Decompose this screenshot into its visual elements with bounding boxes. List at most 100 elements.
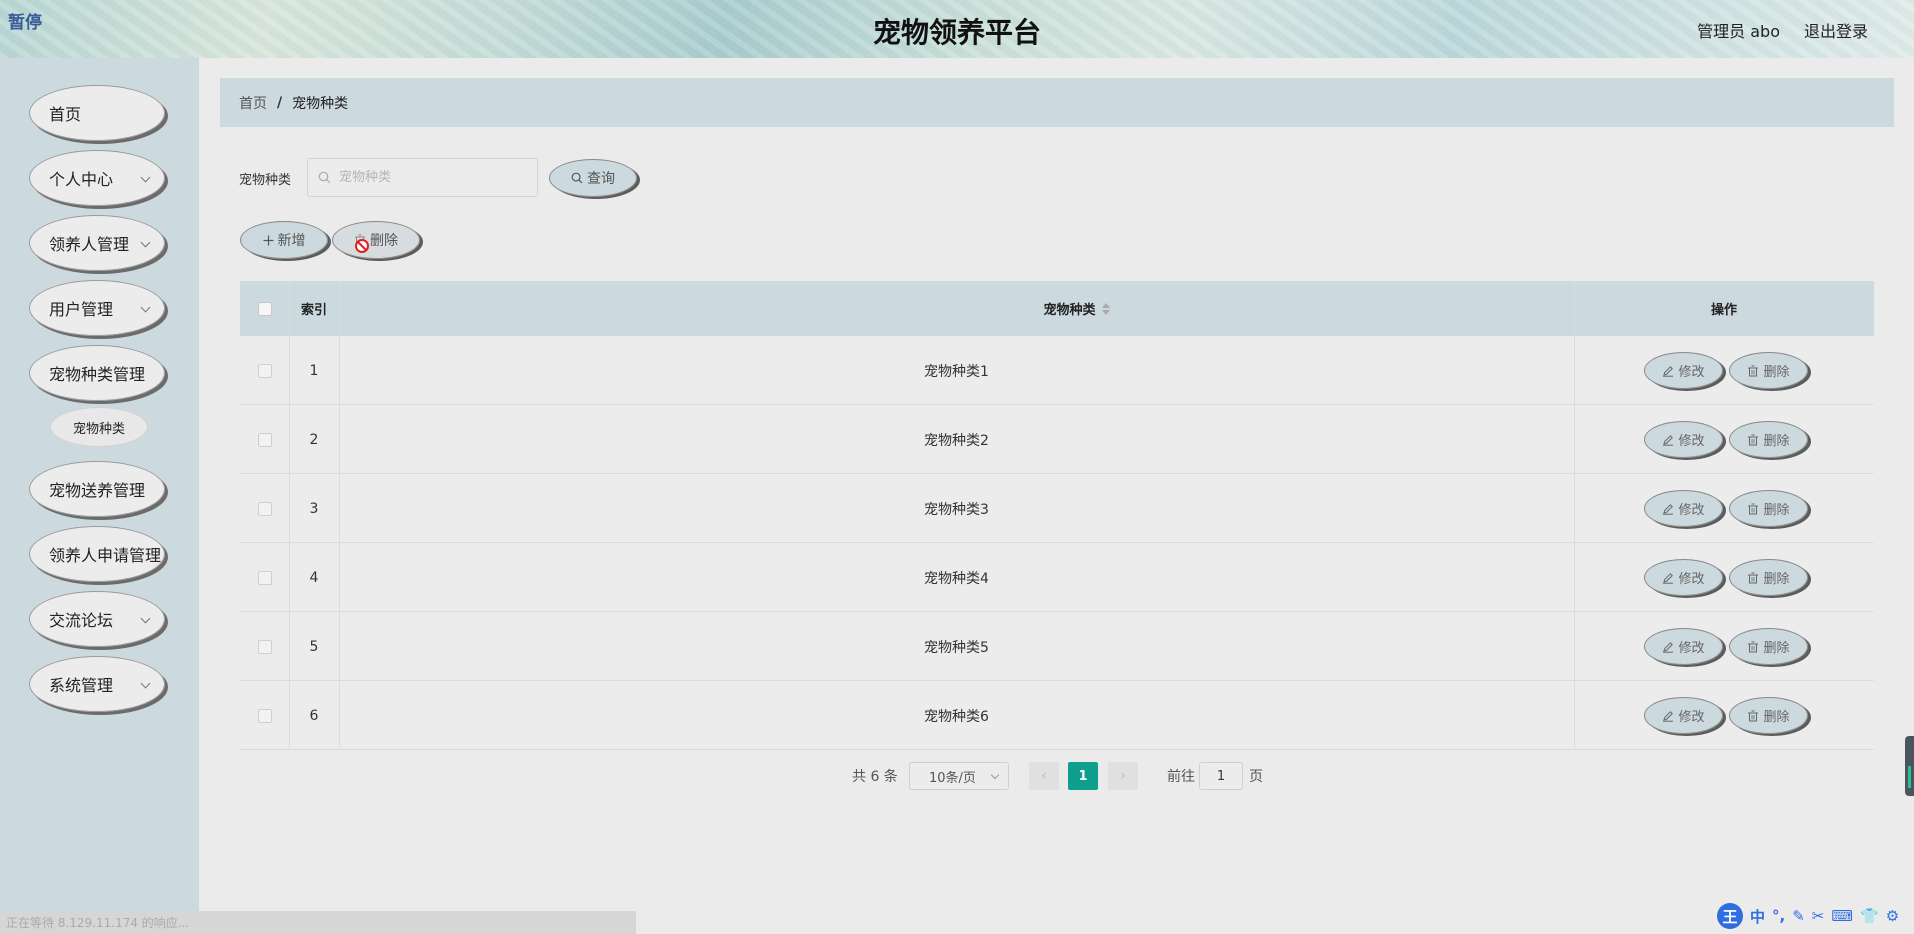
delete-button[interactable]: 删除 bbox=[1729, 559, 1808, 596]
search-icon bbox=[571, 172, 583, 184]
search-input[interactable] bbox=[339, 170, 529, 185]
row-checkbox-cell bbox=[240, 543, 289, 612]
edit-button-label: 修改 bbox=[1678, 572, 1705, 587]
prev-page-button[interactable]: ‹ bbox=[1029, 762, 1059, 790]
ime-toolbar: 王 中 °, ✎ ✂ ⌨ 👕 ⚙ bbox=[1717, 902, 1914, 930]
browser-status-bar: 正在等待 8.129.11.174 的响应... bbox=[0, 911, 636, 934]
delete-button-label: 删除 bbox=[1763, 365, 1790, 380]
sidebar-item-adoption-application-management[interactable]: 领养人申请管理 bbox=[29, 526, 165, 582]
site-title: 宠物领养平台 bbox=[872, 16, 1041, 49]
table-row: 5 宠物种类5 修改 删除 bbox=[240, 612, 1874, 681]
sidebar-item-forum[interactable]: 交流论坛 bbox=[29, 591, 165, 647]
chevron-down-icon bbox=[140, 237, 151, 248]
sort-icon[interactable] bbox=[1101, 302, 1110, 315]
edit-button-label: 修改 bbox=[1678, 710, 1705, 725]
delete-button[interactable]: 删除 bbox=[1729, 421, 1808, 458]
not-allowed-icon bbox=[355, 239, 369, 253]
breadcrumb-home[interactable]: 首页 bbox=[239, 93, 267, 113]
current-page-button[interactable]: 1 bbox=[1068, 762, 1098, 790]
add-button-label: 新增 bbox=[277, 233, 306, 249]
ime-punctuation-icon[interactable]: °, bbox=[1772, 907, 1785, 925]
batch-delete-button[interactable]: 删除 bbox=[332, 221, 420, 259]
row-category: 宠物种类1 bbox=[924, 363, 989, 380]
sidebar-item-pet-category-management[interactable]: 宠物种类管理 bbox=[29, 345, 165, 401]
delete-button[interactable]: 删除 bbox=[1729, 490, 1808, 527]
admin-info: 管理员 abo bbox=[1697, 22, 1780, 41]
sidebar-item-label: 领养人申请管理 bbox=[49, 546, 162, 565]
sidebar-item-user-management[interactable]: 用户管理 bbox=[29, 280, 165, 336]
row-index: 1 bbox=[309, 362, 319, 379]
goto-unit: 页 bbox=[1249, 769, 1263, 785]
delete-button[interactable]: 删除 bbox=[1729, 628, 1808, 665]
next-page-button[interactable]: › bbox=[1108, 762, 1138, 790]
edit-button[interactable]: 修改 bbox=[1644, 421, 1723, 458]
row-checkbox[interactable] bbox=[257, 432, 272, 447]
delete-button-label: 删除 bbox=[1763, 572, 1790, 587]
delete-button[interactable]: 删除 bbox=[1729, 352, 1808, 389]
sidebar-subitem-pet-category[interactable]: 宠物种类 bbox=[50, 407, 148, 447]
row-checkbox-cell bbox=[240, 474, 289, 543]
row-category: 宠物种类3 bbox=[924, 501, 989, 518]
row-index: 5 bbox=[309, 638, 319, 655]
edit-button[interactable]: 修改 bbox=[1644, 697, 1723, 734]
header-checkbox-cell bbox=[240, 281, 289, 336]
sidebar-item-label: 首页 bbox=[49, 105, 82, 124]
search-label: 宠物种类 bbox=[239, 173, 292, 188]
page-size-select[interactable]: 10条/页 bbox=[909, 762, 1009, 790]
trash-icon bbox=[1748, 641, 1759, 652]
sidebar-item-label: 系统管理 bbox=[49, 676, 114, 695]
edit-button[interactable]: 修改 bbox=[1644, 490, 1723, 527]
edit-icon bbox=[1663, 710, 1674, 722]
chevron-right-icon: › bbox=[1120, 768, 1126, 784]
row-checkbox[interactable] bbox=[257, 639, 272, 654]
table-row: 4 宠物种类4 修改 删除 bbox=[240, 543, 1874, 612]
edit-button[interactable]: 修改 bbox=[1644, 352, 1723, 389]
ime-skin-icon[interactable]: 👕 bbox=[1860, 907, 1879, 925]
sidebar-item-label: 宠物种类管理 bbox=[49, 365, 146, 384]
row-category: 宠物种类5 bbox=[924, 639, 989, 656]
row-checkbox-cell bbox=[240, 405, 289, 474]
query-button-label: 查询 bbox=[587, 171, 615, 187]
ime-keyboard-icon[interactable]: ⌨ bbox=[1831, 907, 1853, 925]
row-index: 6 bbox=[309, 707, 319, 724]
ime-chinese-mode[interactable]: 中 bbox=[1750, 906, 1765, 927]
goto-page-input[interactable]: 1 bbox=[1199, 762, 1243, 790]
logout-link[interactable]: 退出登录 bbox=[1804, 18, 1868, 42]
sidebar-item-label: 交流论坛 bbox=[49, 611, 114, 630]
delete-button-label: 删除 bbox=[1763, 641, 1790, 656]
sidebar-item-label: 用户管理 bbox=[49, 300, 114, 319]
row-checkbox[interactable] bbox=[257, 363, 272, 378]
sidebar-item-adopter-management[interactable]: 领养人管理 bbox=[29, 215, 165, 271]
delete-button[interactable]: 删除 bbox=[1729, 697, 1808, 734]
ime-logo-icon[interactable]: 王 bbox=[1717, 903, 1743, 929]
edit-button[interactable]: 修改 bbox=[1644, 559, 1723, 596]
sidebar-item-pet-rehoming-management[interactable]: 宠物送养管理 bbox=[29, 461, 165, 517]
row-checkbox[interactable] bbox=[257, 708, 272, 723]
side-panel-handle[interactable] bbox=[1905, 736, 1914, 796]
table-header: 索引 宠物种类 操作 bbox=[240, 281, 1874, 336]
sidebar-item-personal-center[interactable]: 个人中心 bbox=[29, 150, 165, 206]
sidebar-item-home[interactable]: 首页 bbox=[29, 85, 165, 141]
ime-handwriting-icon[interactable]: ✎ bbox=[1792, 907, 1805, 925]
add-button[interactable]: 新增 bbox=[240, 221, 328, 259]
edit-button[interactable]: 修改 bbox=[1644, 628, 1723, 665]
query-button[interactable]: 查询 bbox=[549, 159, 637, 197]
plus-icon bbox=[263, 235, 273, 245]
edit-icon bbox=[1663, 572, 1674, 584]
delete-button-label: 删除 bbox=[1763, 434, 1790, 449]
sidebar-item-label: 宠物送养管理 bbox=[49, 481, 146, 500]
breadcrumb-separator: / bbox=[277, 94, 283, 111]
row-checkbox[interactable] bbox=[257, 501, 272, 516]
search-field[interactable] bbox=[307, 158, 538, 197]
ime-settings-icon[interactable]: ⚙ bbox=[1886, 907, 1899, 925]
pagination-total: 共 6 条 bbox=[852, 769, 898, 785]
sidebar-item-system-management[interactable]: 系统管理 bbox=[29, 656, 165, 712]
page-size-value: 10条/页 bbox=[929, 770, 976, 786]
breadcrumb-current: 宠物种类 bbox=[292, 95, 349, 112]
sidebar-item-label: 领养人管理 bbox=[49, 235, 130, 254]
trash-icon bbox=[1748, 572, 1759, 583]
select-all-checkbox[interactable] bbox=[257, 301, 272, 316]
ime-screenshot-icon[interactable]: ✂ bbox=[1812, 907, 1825, 925]
row-checkbox[interactable] bbox=[257, 570, 272, 585]
trash-icon bbox=[1748, 434, 1759, 445]
